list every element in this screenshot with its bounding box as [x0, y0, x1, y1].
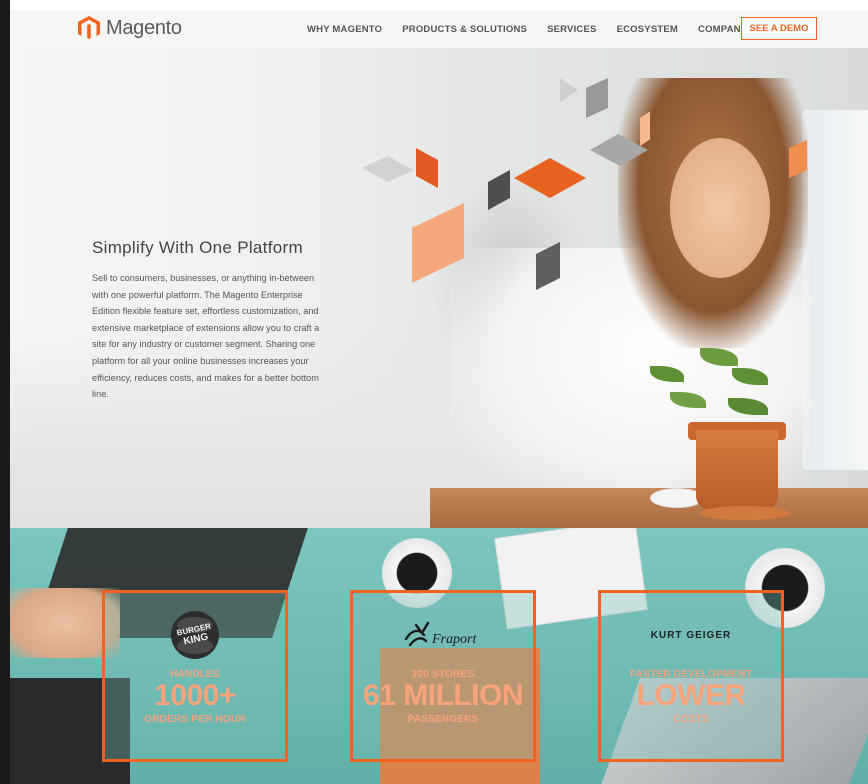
nav-company[interactable]: COMPANY — [698, 24, 747, 35]
kurt-geiger-logo-text: KURT GEIGER — [650, 629, 732, 641]
nav-services[interactable]: SERVICES — [547, 24, 596, 35]
site-header: Magento WHY MAGENTO PRODUCTS & SOLUTIONS… — [10, 10, 868, 49]
peach-shape — [640, 111, 650, 146]
stat-card-kurt-geiger[interactable]: KURT GEIGER FASTER DEVELOPMENT LOWER COS… — [598, 590, 784, 762]
burger-king-logo-icon: BURGER KING — [171, 611, 219, 659]
fraport-logo: Fraport — [353, 605, 533, 665]
stat-bottom-label: PASSENGERS — [407, 714, 479, 725]
stat-bottom-label: COSTS — [673, 714, 709, 725]
main-nav: WHY MAGENTO PRODUCTS & SOLUTIONS SERVICE… — [307, 10, 767, 48]
nav-products-solutions[interactable]: PRODUCTS & SOLUTIONS — [402, 24, 527, 35]
stat-card-burger-king[interactable]: BURGER KING HANDLES 1000+ ORDERS PER HOU… — [102, 590, 288, 762]
kurt-geiger-logo: KURT GEIGER — [601, 605, 781, 665]
woman-face-image — [670, 138, 770, 278]
logo-text: Magento — [106, 16, 182, 39]
dark-shape — [536, 242, 560, 290]
fraport-logo-icon: Fraport — [404, 621, 477, 647]
stat-card-fraport[interactable]: Fraport 300 STORES 61 MILLION PASSENGERS — [350, 590, 536, 762]
burger-king-logo: BURGER KING — [105, 605, 285, 665]
see-a-demo-button[interactable]: SEE A DEMO — [741, 17, 817, 40]
orange-shape — [416, 148, 438, 188]
hero-title: Simplify With One Platform — [92, 238, 303, 257]
grey-shape — [560, 78, 578, 102]
hero-description: Sell to consumers, businesses, or anythi… — [92, 273, 320, 400]
stat-value: LOWER — [636, 679, 746, 712]
decorative-shapes — [362, 78, 650, 290]
stats-band: BURGER KING HANDLES 1000+ ORDERS PER HOU… — [10, 528, 868, 784]
grey-shape — [362, 156, 414, 182]
orange-side-shape — [789, 140, 807, 178]
desk-image — [430, 488, 868, 528]
monitor-image — [800, 108, 868, 472]
plant-pot — [696, 430, 778, 510]
magento-logo[interactable]: Magento — [78, 16, 182, 40]
stat-value: 1000+ — [154, 679, 236, 712]
hero-section: Simplify With One Platform Sell to consu… — [10, 48, 868, 528]
magento-logo-icon — [78, 16, 100, 39]
stat-value: 61 MILLION — [362, 679, 524, 712]
orange-shape — [514, 158, 586, 198]
nav-ecosystem[interactable]: ECOSYSTEM — [617, 24, 678, 35]
grey-shape — [586, 78, 608, 118]
grey-shape — [590, 134, 648, 166]
nav-why-magento[interactable]: WHY MAGENTO — [307, 24, 382, 35]
svg-text:Fraport: Fraport — [431, 632, 477, 647]
dark-shape — [488, 170, 510, 210]
peach-shape — [412, 203, 464, 283]
plant-saucer — [700, 506, 790, 520]
stat-bottom-label: ORDERS PER HOUR — [144, 714, 246, 725]
